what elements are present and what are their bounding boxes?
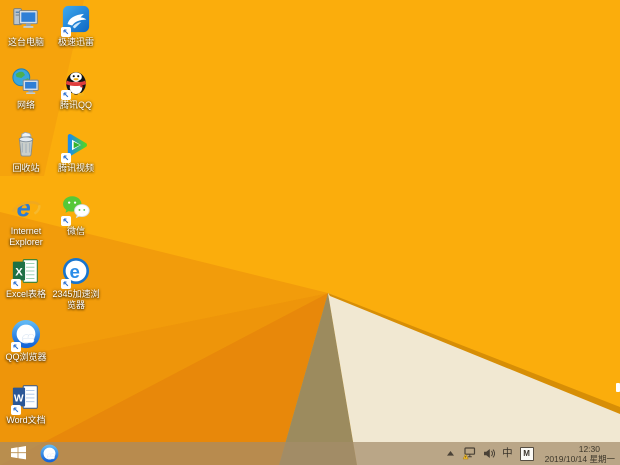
ime-badge[interactable]: M [519,446,534,461]
ime-language-mode[interactable]: 中 [502,442,513,465]
desktop-icon-wechat[interactable]: 微信 [50,193,102,237]
taskbar: 中 M 12:30 2019/10/14 星期一 [0,442,620,465]
desktop-icon-label: 微信 [66,226,85,236]
hidden-icons-chevron-icon[interactable] [446,450,455,457]
excel-icon: X [10,256,42,289]
desktop-icon-label: Word文档 [6,415,46,425]
desktop-icon-label: QQ浏览器 [5,352,47,362]
desktop-icon-this-pc[interactable]: 这台电脑 [0,4,52,48]
shortcut-arrow-icon [61,153,71,163]
desktop-icon-tencent-qq[interactable]: 腾讯QQ [50,67,102,111]
desktop-icon-label: 腾讯视频 [57,163,94,173]
desktop-icon-xunlei[interactable]: 极速迅雷 [50,4,102,48]
shortcut-arrow-icon [11,405,21,415]
this-pc-icon [10,4,42,36]
desktop-icon-label: 网络 [16,100,35,110]
shortcut-arrow-icon [11,279,21,289]
desktop-icon-internet-explorer[interactable]: e Internet Explorer [0,193,52,248]
partial-icon-right-edge [616,383,620,392]
network-warning-icon[interactable] [462,447,476,460]
internet-explorer-icon: e [10,193,42,225]
desktop-icon-label: 回收站 [12,163,40,173]
desktop-icon-word[interactable]: W Word文档 [0,382,52,426]
clock-date: 2019/10/14 星期一 [544,453,615,464]
browser-2345-icon: e [60,256,92,289]
desktop-icon-label: 腾讯QQ [59,100,92,110]
desktop-icon-excel[interactable]: X Excel表格 [0,256,52,300]
desktop-icon-browser-2345[interactable]: e 2345加速浏览器 [50,256,102,311]
desktop-icon-label: Internet Explorer [9,226,43,247]
start-button[interactable] [0,442,36,465]
clock-time: 12:30 [578,443,600,454]
desktop-icon-qq-browser[interactable]: QQ浏览器 [0,319,52,363]
desktop-icon-recycle-bin[interactable]: 回收站 [0,130,52,174]
shortcut-arrow-icon [61,90,71,100]
desktop-icon-label: Excel表格 [5,289,46,299]
volume-icon[interactable] [483,448,496,459]
svg-text:W: W [14,394,24,405]
svg-text:e: e [69,261,79,282]
qq-browser-icon [10,319,42,352]
desktop-icon-network[interactable]: 网络 [0,67,52,111]
taskbar-clock[interactable]: 12:30 2019/10/14 星期一 [545,444,615,464]
desktop-icon-label: 这台电脑 [7,37,44,47]
svg-text:X: X [15,267,23,279]
word-icon: W [10,382,42,415]
taskbar-pinned-qq-browser[interactable] [36,442,62,465]
recycle-bin-icon [10,130,42,162]
shortcut-arrow-icon [61,279,71,289]
desktop: 这台电脑 极速迅雷 网络 腾讯QQ 回收站 腾讯视频 e Internet Ex… [0,0,620,465]
desktop-icon-grid: 这台电脑 极速迅雷 网络 腾讯QQ 回收站 腾讯视频 e Internet Ex… [0,0,620,442]
svg-text:e: e [17,194,31,222]
network-icon [10,67,42,99]
desktop-icon-tencent-video[interactable]: 腾讯视频 [50,130,102,174]
desktop-icon-label: 2345加速浏览器 [52,289,100,310]
wechat-icon [60,193,92,226]
shortcut-arrow-icon [61,27,71,37]
shortcut-arrow-icon [61,216,71,226]
xunlei-icon [60,4,92,37]
system-tray: 中 M 12:30 2019/10/14 星期一 [446,442,620,465]
shortcut-arrow-icon [11,342,21,352]
windows-logo-icon [10,445,27,463]
desktop-icon-label: 极速迅雷 [57,37,94,47]
tencent-video-icon [60,130,92,163]
tencent-qq-icon [60,67,92,100]
qq-browser-icon [40,444,59,463]
